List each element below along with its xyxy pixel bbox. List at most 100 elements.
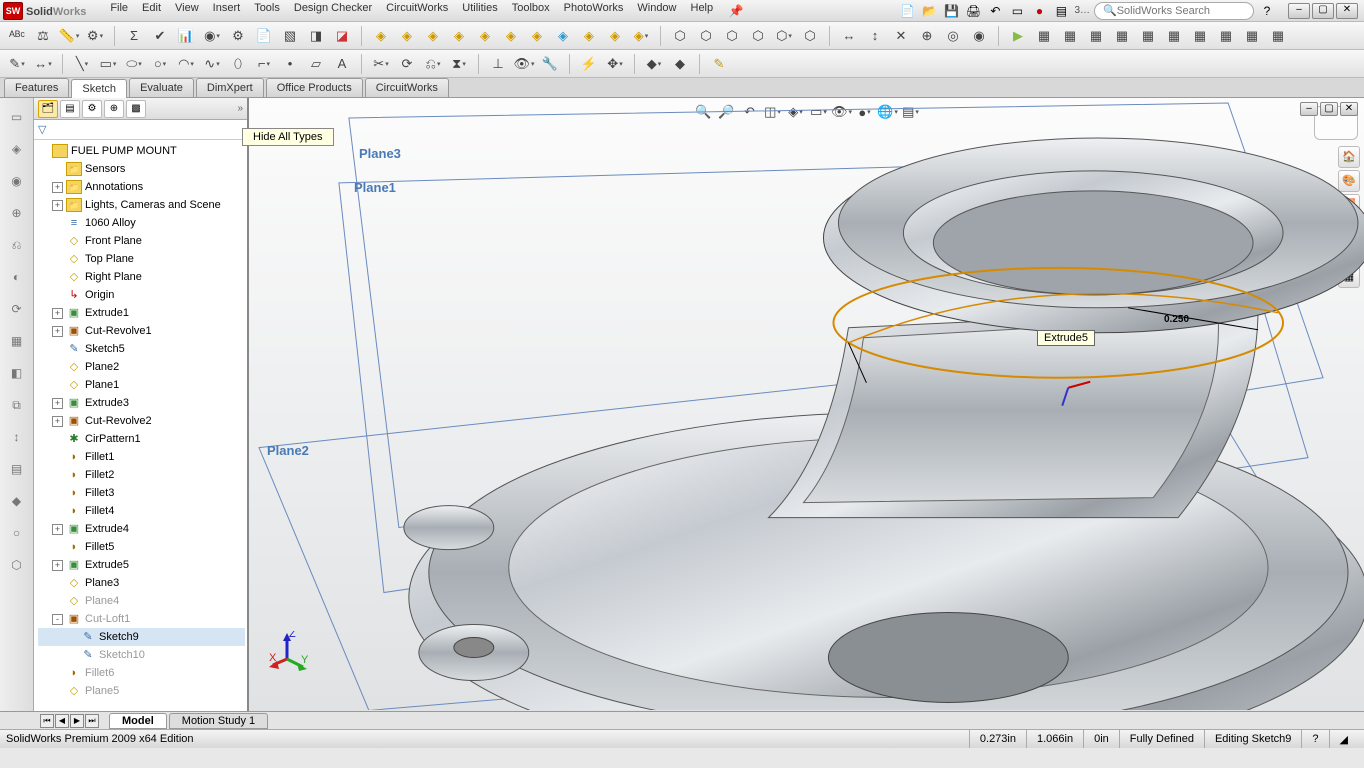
lt-icon[interactable]: ▭ [6,106,28,128]
fm-tab-config-icon[interactable]: ⚙ [82,100,102,118]
menu-window[interactable]: Window [637,2,676,20]
lt-icon[interactable]: ⬡ [6,554,28,576]
tree-item[interactable]: +📁Lights, Cameras and Scene [38,196,245,214]
tree-item[interactable]: ◇Plane1 [38,376,245,394]
plane-icon[interactable]: ▱ [305,53,327,75]
rect-icon[interactable]: ▭ [97,53,119,75]
dim5-icon[interactable]: ◎ [942,25,964,47]
slot-icon[interactable]: ⬭ [123,53,145,75]
dim2-icon[interactable]: ↕ [864,25,886,47]
move-icon[interactable]: ✥ [604,53,626,75]
misc1-icon[interactable]: ◆ [643,53,665,75]
text-icon[interactable]: A [331,53,353,75]
lt-icon[interactable]: ◐ [6,266,28,288]
cube9-icon[interactable]: ◈ [578,25,600,47]
tree-item[interactable]: +▣Cut-Revolve2 [38,412,245,430]
sheet-prev-icon[interactable]: ◀ [55,714,69,728]
check-icon[interactable]: ✔ [149,25,171,47]
deviation-icon[interactable]: ▧ [279,25,301,47]
sketch-icon[interactable]: ✎ [6,53,28,75]
flag-icon[interactable]: ◪ [331,25,353,47]
menu-view[interactable]: View [175,2,199,20]
cube6-icon[interactable]: ◈ [500,25,522,47]
cube8-icon[interactable]: ◈ [552,25,574,47]
fm-tab-display-icon[interactable]: ▩ [126,100,146,118]
spellcheck-icon[interactable]: ᴬᴮᶜ [6,25,28,47]
tree-item[interactable]: ◇Plane3 [38,574,245,592]
expand-icon[interactable]: + [52,524,63,535]
sim10-icon[interactable]: ▦ [1267,25,1289,47]
menu-photoworks[interactable]: PhotoWorks [564,2,624,20]
dim3-icon[interactable]: ✕ [890,25,912,47]
tree-item[interactable]: ✱CirPattern1 [38,430,245,448]
tree-item[interactable]: +▣Extrude3 [38,394,245,412]
tab-office[interactable]: Office Products [266,78,363,97]
menu-help[interactable]: Help [691,2,714,20]
cube10-icon[interactable]: ◈ [604,25,626,47]
cube2-icon[interactable]: ◈ [396,25,418,47]
tree-item[interactable]: ◇Plane2 [38,358,245,376]
undo-icon[interactable]: ↶ [986,2,1004,20]
sim8-icon[interactable]: ▦ [1215,25,1237,47]
display-icon[interactable]: 👁 [513,53,535,75]
cog-icon[interactable]: ⚙ [227,25,249,47]
fm-tab-tree-icon[interactable]: 🗂 [38,100,58,118]
dim6-icon[interactable]: ◉ [968,25,990,47]
sheet-last-icon[interactable]: ⏭ [85,714,99,728]
doc-icon[interactable]: 📄 [253,25,275,47]
tab-model[interactable]: Model [109,713,167,729]
select-icon[interactable]: ▭ [1008,2,1026,20]
open-icon[interactable]: 📂 [920,2,938,20]
tree-item[interactable]: ◗Fillet2 [38,466,245,484]
tree-item[interactable]: ◗Fillet1 [38,448,245,466]
minimize-button[interactable]: – [1288,3,1310,19]
save-icon[interactable]: 💾 [942,2,960,20]
fm-filter[interactable]: ▽ [34,120,247,140]
tree-item[interactable]: +📁Annotations [38,178,245,196]
sim6-icon[interactable]: ▦ [1163,25,1185,47]
tree-item[interactable]: ◇Top Plane [38,250,245,268]
quick-icon[interactable]: ⚡ [578,53,600,75]
tab-dimxpert[interactable]: DimXpert [196,78,264,97]
lt-icon[interactable]: ▦ [6,330,28,352]
menu-utilities[interactable]: Utilities [462,2,497,20]
addin2-icon[interactable]: ⬡ [695,25,717,47]
cube3-icon[interactable]: ◈ [422,25,444,47]
sensor-icon[interactable]: ◉ [201,25,223,47]
tree-item[interactable]: 📁Sensors [38,160,245,178]
expand-icon[interactable]: + [52,308,63,319]
cube5-icon[interactable]: ◈ [474,25,496,47]
stats-icon[interactable]: 📊 [175,25,197,47]
menu-tools[interactable]: Tools [254,2,280,20]
offset-icon[interactable]: ⎌ [422,53,444,75]
menu-insert[interactable]: Insert [213,2,241,20]
tree-item[interactable]: ✎Sketch9 [38,628,245,646]
measure-icon[interactable]: 📏 [58,25,80,47]
tree-item[interactable]: ✎Sketch10 [38,646,245,664]
search-input[interactable] [1117,5,1245,17]
graphics-viewport[interactable]: – ▢ ✕ 🏠 🎨 🌅 🏷 📁 ▦ 🔍 🔎 ↶ ◫ ◈ ▭ 👁 ● 🌐 ▤ [248,98,1364,711]
dim4-icon[interactable]: ⊕ [916,25,938,47]
circle-icon[interactable]: ○ [149,53,171,75]
sim9-icon[interactable]: ▦ [1241,25,1263,47]
menu-file[interactable]: File [110,2,128,20]
tab-motion-study[interactable]: Motion Study 1 [169,713,268,729]
menu-design-checker[interactable]: Design Checker [294,2,372,20]
tree-item[interactable]: +▣Extrude1 [38,304,245,322]
repair-icon[interactable]: 🔧 [539,53,561,75]
misc2-icon[interactable]: ◆ [669,53,691,75]
tree-item[interactable]: +▣Extrude5 [38,556,245,574]
mirror-icon[interactable]: ⧗ [448,53,470,75]
tree-item[interactable]: +▣Extrude4 [38,520,245,538]
tree-item[interactable]: ◗Fillet5 [38,538,245,556]
cube4-icon[interactable]: ◈ [448,25,470,47]
help-icon[interactable]: ? [1258,2,1276,20]
tree-item[interactable]: -▣Cut-Loft1 [38,610,245,628]
spline-icon[interactable]: ∿ [201,53,223,75]
expand-icon[interactable]: + [52,326,63,337]
tab-circuitworks[interactable]: CircuitWorks [365,78,449,97]
play-icon[interactable]: ▶ [1007,25,1029,47]
tree-item[interactable]: ◗Fillet3 [38,484,245,502]
sim1-icon[interactable]: ▦ [1033,25,1055,47]
rebuild-icon[interactable]: ● [1030,2,1048,20]
